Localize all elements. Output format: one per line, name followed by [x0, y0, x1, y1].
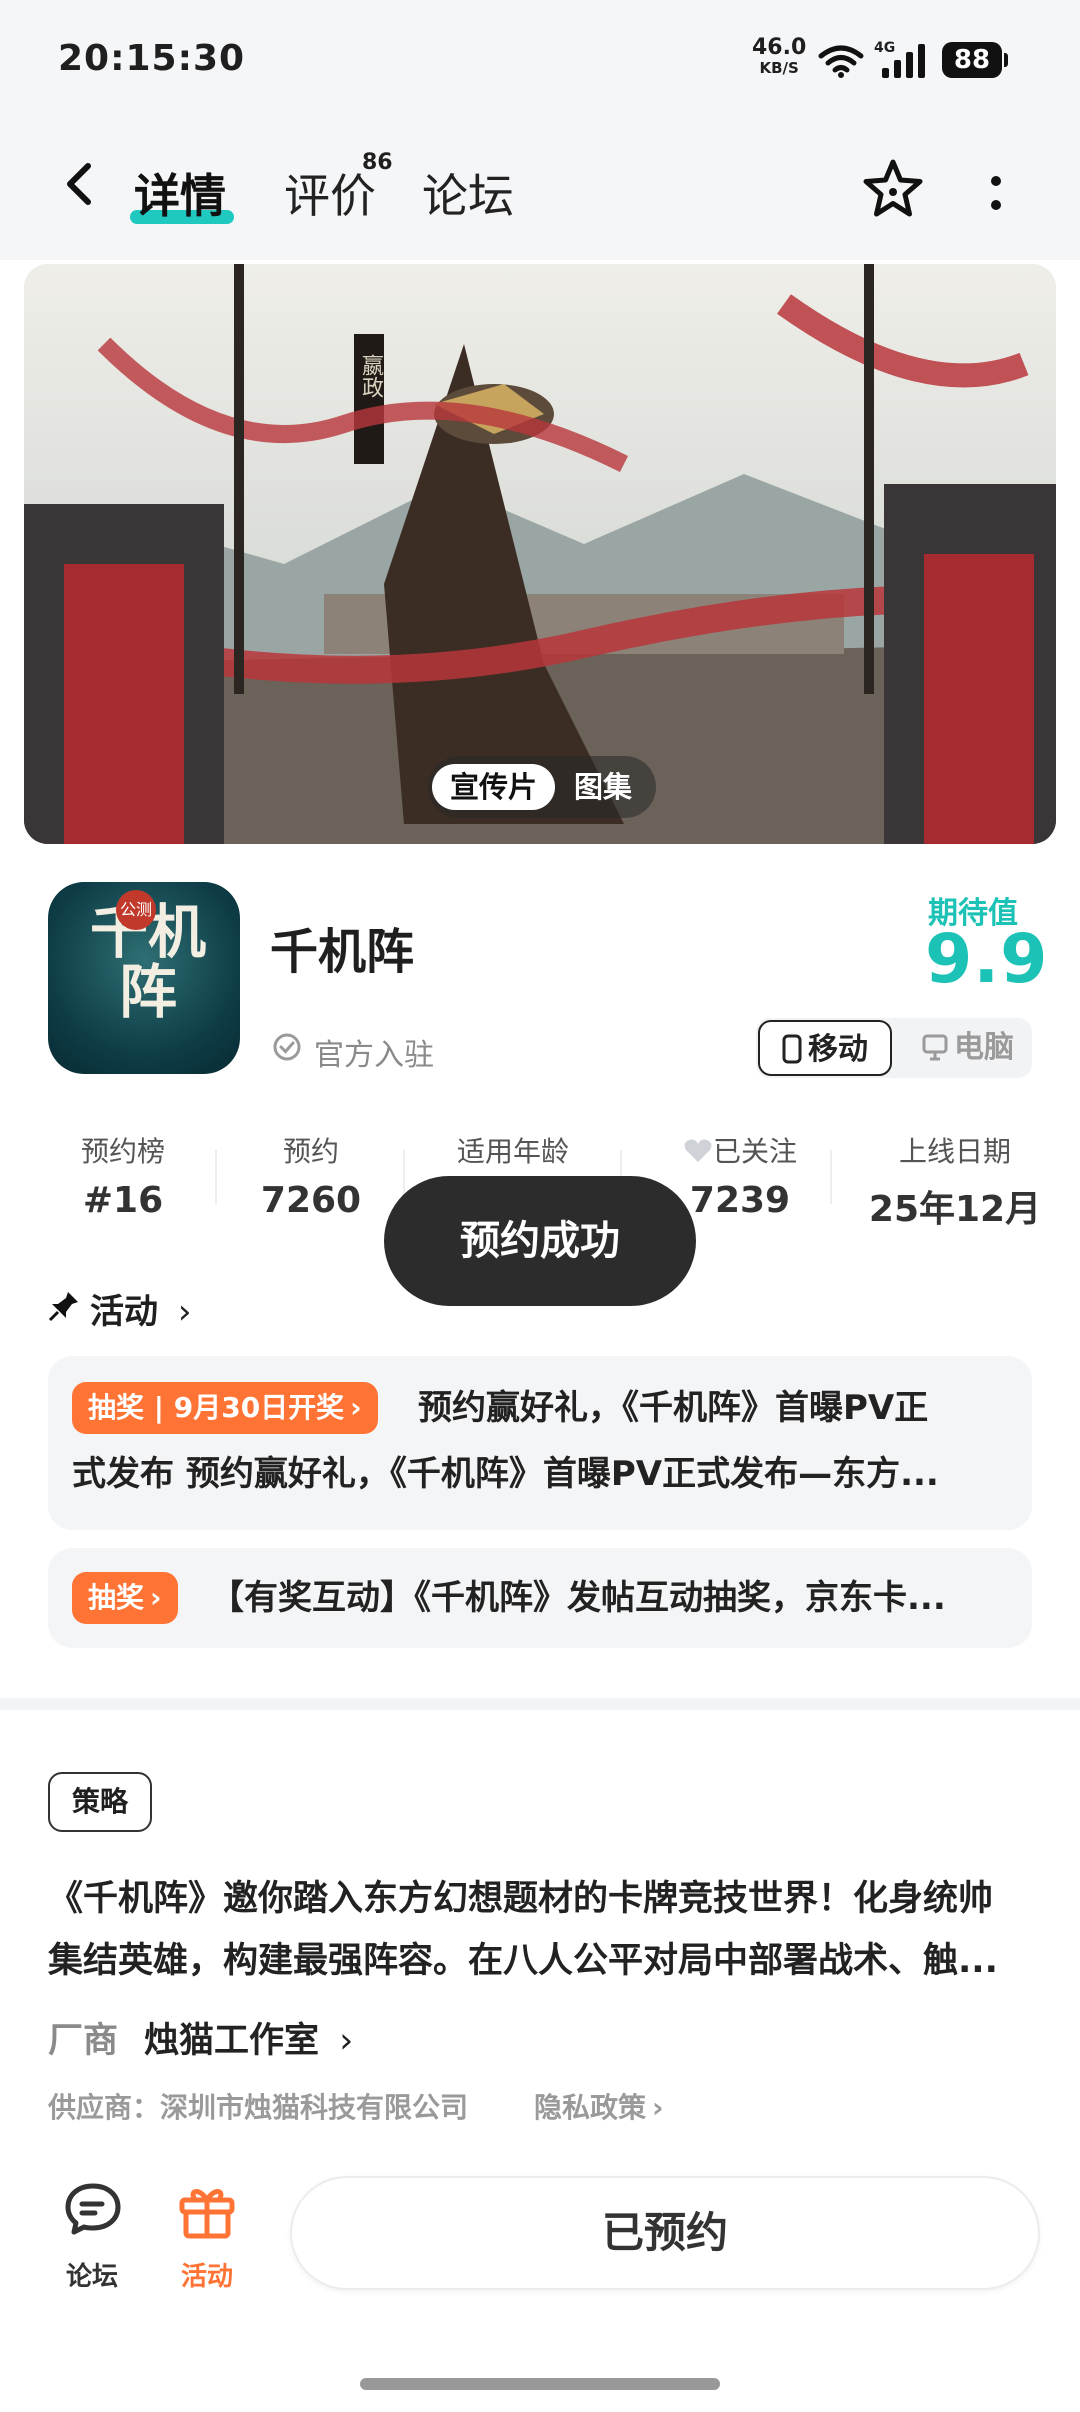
stat-launch-label: 上线日期	[898, 1135, 1011, 1168]
heart-icon	[684, 1139, 712, 1162]
network-speed-unit: KB/S	[759, 59, 799, 77]
chevron-right-icon: ›	[177, 1292, 192, 1332]
platform-mobile-button[interactable]: 移动	[758, 1020, 892, 1076]
platform-pc-label: 电脑	[954, 1030, 1014, 1065]
app-icon-badge: 公测	[116, 890, 156, 930]
signal-icon	[882, 44, 925, 78]
game-description[interactable]: 《千机阵》邀你踏入东方幻想题材的卡牌竞技世界！化身统帅 集结英雄，构建最强阵容。…	[48, 1868, 1032, 1992]
home-indicator[interactable]	[360, 2378, 720, 2390]
phone-icon	[782, 1034, 802, 1064]
maker-link[interactable]: 烛猫工作室 ›	[144, 2012, 353, 2063]
network-speed: 46.0 KB/S	[752, 35, 807, 78]
chevron-right-icon: ›	[150, 1581, 162, 1614]
expect-value: 9.9	[925, 920, 1049, 999]
stat-divider	[830, 1150, 832, 1204]
platform-pc-button[interactable]: 电脑	[906, 1020, 1030, 1076]
app-icon: 千机阵 公测	[48, 882, 240, 1074]
tab-forum[interactable]: 论坛	[422, 160, 514, 226]
platform-mobile-label: 移动	[808, 1032, 868, 1067]
stat-reserve-label: 预约	[282, 1135, 339, 1168]
network-speed-value: 46.0	[752, 35, 807, 60]
toast-message: 预约成功	[384, 1176, 696, 1306]
chevron-right-icon: ›	[652, 2091, 664, 2124]
tab-promo-video[interactable]: 宣传片	[432, 764, 556, 810]
privacy-label: 隐私政策	[534, 2091, 647, 2124]
verified-check-icon	[273, 1033, 301, 1061]
reserved-button[interactable]: 已预约	[290, 2176, 1040, 2290]
activity-section-title[interactable]: 活动 ›	[90, 1284, 191, 1333]
forum-label[interactable]: 论坛	[42, 2256, 142, 2293]
activity-tab-label[interactable]: 活动	[157, 2256, 257, 2293]
stat-rank-label: 预约榜	[80, 1135, 165, 1168]
maker-label: 厂商	[48, 2021, 119, 2061]
more-menu-icon[interactable]	[990, 175, 1002, 215]
favorite-star-icon[interactable]	[860, 156, 926, 222]
app-name: 千机阵	[270, 924, 415, 980]
forum-chat-icon[interactable]	[62, 2180, 124, 2242]
stat-rank-value[interactable]: #16	[48, 1180, 198, 1221]
chevron-right-icon: ›	[350, 1391, 362, 1424]
official-label: 官方入驻	[314, 1038, 434, 1073]
lottery-tag: 抽奖 ›	[72, 1572, 178, 1624]
activity-text: 【有奖互动】《千机阵》发帖互动抽奖，京东卡...	[210, 1578, 946, 1618]
stat-launch-value: 25年12月	[868, 1189, 1042, 1230]
activity-text: 式发布 预约赢好礼，《千机阵》首曝PV正式发布—东方...	[72, 1454, 939, 1494]
chevron-right-icon: ›	[339, 2021, 354, 2061]
pin-icon	[48, 1292, 78, 1322]
strategy-tag[interactable]: 策略	[48, 1772, 152, 1832]
wifi-icon	[818, 45, 864, 78]
banner-flag-text: 嬴政	[358, 354, 383, 398]
back-arrow-icon[interactable]	[56, 160, 104, 208]
tab-details[interactable]: 详情	[134, 160, 226, 226]
stat-reserve-value: 7260	[260, 1180, 362, 1221]
lottery-tag: 抽奖 | 9月30日开奖 ›	[72, 1382, 378, 1434]
battery-indicator: 88	[942, 42, 1008, 78]
maker-name: 烛猫工作室	[144, 2021, 320, 2061]
stat-follow-label-text: 已关注	[712, 1135, 797, 1168]
description-line: 集结英雄，构建最强阵容。在八人公平对局中部署战术、触...	[48, 1941, 998, 1981]
section-divider	[0, 1698, 1080, 1710]
stat-age-label: 适用年龄	[456, 1135, 569, 1168]
status-time: 20:15:30	[58, 38, 246, 79]
supplier-text: 供应商：深圳市烛猫科技有限公司	[48, 2091, 469, 2124]
lottery-tag-text: 抽奖 | 9月30日开奖	[88, 1391, 345, 1424]
gift-icon[interactable]	[176, 2180, 238, 2242]
tab-gallery[interactable]: 图集	[556, 764, 650, 810]
activity-text: 预约赢好礼，《千机阵》首曝PV正	[418, 1388, 929, 1428]
reviews-count-badge: 86	[362, 150, 393, 175]
stat-divider	[215, 1150, 217, 1204]
privacy-policy-link[interactable]: 隐私政策 ›	[534, 2086, 664, 2126]
lottery-tag-text: 抽奖	[88, 1581, 145, 1614]
monitor-icon	[922, 1034, 948, 1061]
description-line: 《千机阵》邀你踏入东方幻想题材的卡牌竞技世界！化身统帅	[48, 1879, 994, 1919]
stat-follow-label: 已关注	[650, 1130, 830, 1170]
activity-title-text: 活动	[90, 1292, 158, 1332]
